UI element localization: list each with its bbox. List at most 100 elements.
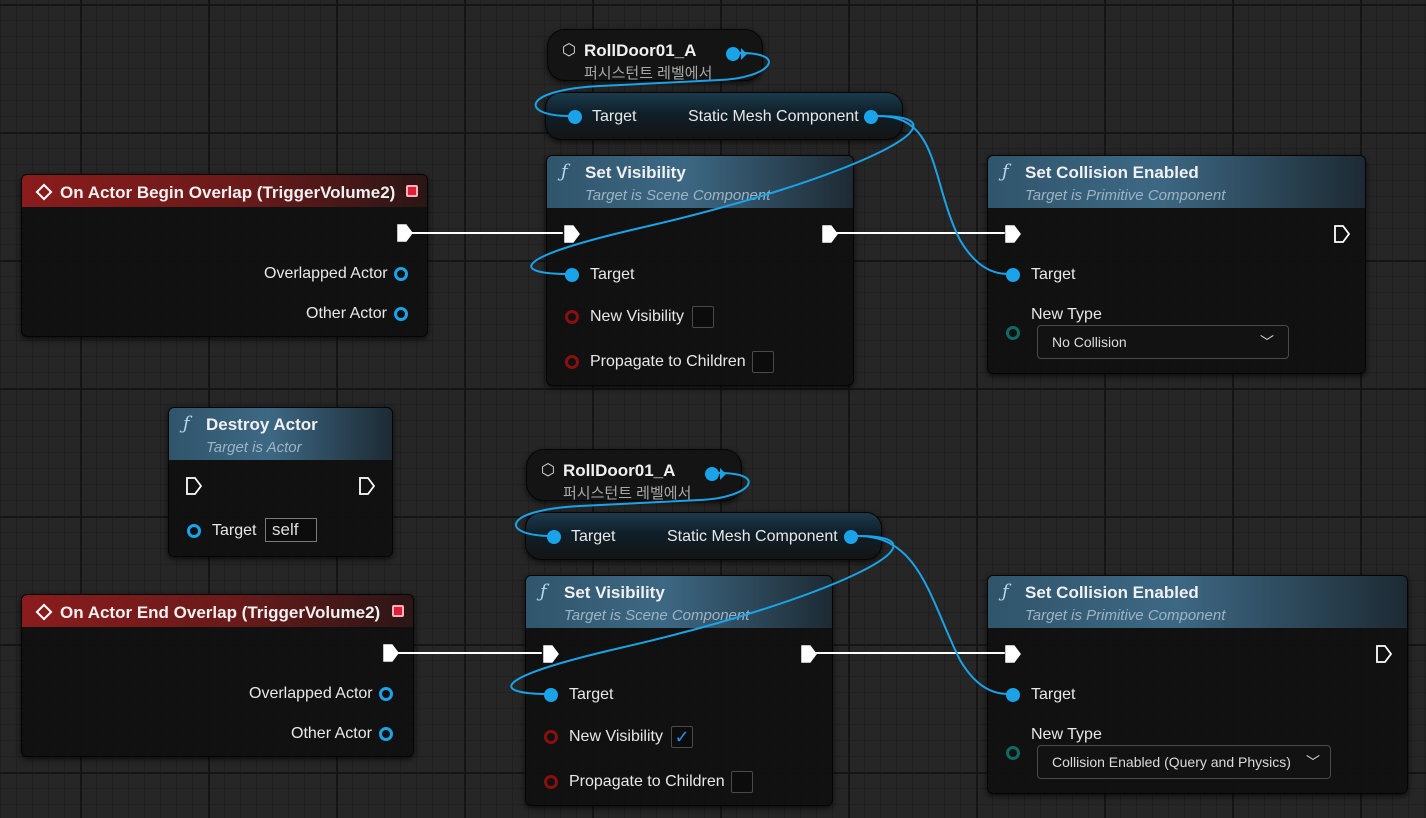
new-visibility-checkbox[interactable]: ✓ — [671, 726, 693, 748]
overlapped-actor-label: Overlapped Actor — [264, 265, 388, 282]
actor-reference-subtitle: 퍼시스턴트 레벨에서 — [584, 65, 713, 82]
new-type-value: No Collision — [1052, 334, 1127, 350]
target-input-pin[interactable] — [547, 530, 561, 544]
set-visibility-node[interactable]: ƒ Set Visibility Target is Scene Compone… — [546, 155, 854, 386]
chevron-down-icon: ﹀ — [1306, 754, 1320, 770]
event-title: On Actor Begin Overlap (TriggerVolume2) — [60, 183, 396, 202]
target-input-pin[interactable] — [1006, 688, 1020, 702]
function-title: Set Collision Enabled — [1025, 583, 1199, 602]
propagate-to-children-pin[interactable] — [544, 775, 558, 789]
overlapped-actor-label: Overlapped Actor — [249, 685, 373, 702]
propagate-to-children-label: Propagate to Children — [590, 353, 746, 370]
new-type-value: Collision Enabled (Query and Physics) — [1052, 754, 1291, 770]
new-visibility-label: New Visibility — [590, 308, 684, 325]
actor-reference-name: RollDoor01_A — [584, 41, 697, 60]
new-visibility-label: New Visibility — [569, 728, 663, 745]
new-type-label: New Type — [1031, 726, 1102, 743]
propagate-to-children-pin[interactable] — [565, 355, 579, 369]
event-title: On Actor End Overlap (TriggerVolume2) — [60, 603, 381, 622]
function-icon: ƒ — [1002, 161, 1009, 182]
propagate-to-children-checkbox[interactable] — [752, 351, 774, 373]
exec-input-pin[interactable] — [1004, 224, 1022, 244]
propagate-to-children-checkbox[interactable] — [731, 771, 753, 793]
destroy-actor-node[interactable]: ƒ Destroy Actor Target is Actor Target s… — [168, 407, 393, 557]
actor-reference-node[interactable]: ⬡ RollDoor01_A 퍼시스턴트 레벨에서 — [526, 449, 742, 502]
actor-output-pin[interactable] — [726, 47, 740, 61]
target-input-pin[interactable] — [187, 524, 201, 538]
function-icon: ƒ — [183, 413, 190, 434]
overlapped-actor-pin[interactable] — [379, 687, 393, 701]
actor-output-pin[interactable] — [705, 467, 719, 481]
actor-cube-icon: ⬡ — [541, 462, 555, 479]
exec-output-pin[interactable] — [821, 224, 839, 244]
exec-output-pin[interactable] — [1333, 224, 1351, 244]
target-input-pin[interactable] — [568, 110, 582, 124]
exec-output-pin[interactable] — [1375, 644, 1393, 664]
function-title: Set Visibility — [564, 583, 665, 602]
get-static-mesh-component-node[interactable]: Target Static Mesh Component — [545, 92, 903, 140]
target-self-field[interactable]: self — [265, 518, 317, 542]
component-output-pin[interactable] — [844, 530, 858, 544]
event-stop-icon — [406, 185, 418, 197]
static-mesh-component-label: Static Mesh Component — [688, 108, 859, 125]
other-actor-pin[interactable] — [379, 727, 393, 741]
actor-cube-icon: ⬡ — [562, 42, 576, 59]
new-visibility-pin[interactable] — [544, 730, 558, 744]
pin-arrow-icon — [720, 468, 726, 480]
actor-reference-node[interactable]: ⬡ RollDoor01_A 퍼시스턴트 레벨에서 — [547, 29, 763, 82]
target-label: Target — [571, 528, 616, 545]
exec-output-pin[interactable] — [396, 223, 414, 243]
set-collision-enabled-node[interactable]: ƒ Set Collision Enabled Target is Primit… — [987, 155, 1366, 374]
function-title: Set Collision Enabled — [1025, 163, 1199, 182]
new-visibility-checkbox[interactable] — [692, 306, 714, 328]
propagate-to-children-label: Propagate to Children — [569, 773, 725, 790]
actor-reference-name: RollDoor01_A — [563, 461, 676, 480]
exec-input-pin[interactable] — [1004, 644, 1022, 664]
function-subtitle: Target is Primitive Component — [1025, 607, 1226, 624]
function-title: Set Visibility — [585, 163, 686, 182]
set-collision-enabled-node[interactable]: ƒ Set Collision Enabled Target is Primit… — [987, 575, 1408, 794]
target-input-pin[interactable] — [544, 688, 558, 702]
new-type-pin[interactable] — [1006, 326, 1020, 340]
static-mesh-component-label: Static Mesh Component — [667, 528, 838, 545]
new-type-pin[interactable] — [1006, 746, 1020, 760]
target-label: Target — [1031, 686, 1076, 703]
new-visibility-pin[interactable] — [565, 310, 579, 324]
function-icon: ƒ — [561, 161, 568, 182]
actor-reference-subtitle: 퍼시스턴트 레벨에서 — [563, 485, 692, 502]
other-actor-label: Other Actor — [306, 305, 387, 322]
target-label: Target — [592, 108, 637, 125]
exec-input-pin[interactable] — [542, 644, 560, 664]
exec-input-pin[interactable] — [185, 476, 203, 496]
target-input-pin[interactable] — [565, 268, 579, 282]
set-visibility-node[interactable]: ƒ Set Visibility Target is Scene Compone… — [525, 575, 833, 806]
function-icon: ƒ — [1002, 581, 1009, 602]
exec-output-pin[interactable] — [800, 644, 818, 664]
event-end-overlap-node[interactable]: On Actor End Overlap (TriggerVolume2) Ov… — [21, 594, 414, 757]
function-subtitle: Target is Scene Component — [585, 187, 771, 204]
new-type-dropdown[interactable]: No Collision ﹀ — [1037, 325, 1289, 359]
function-subtitle: Target is Primitive Component — [1025, 187, 1226, 204]
chevron-down-icon: ﹀ — [1260, 334, 1274, 350]
get-static-mesh-component-node[interactable]: Target Static Mesh Component — [525, 512, 882, 560]
other-actor-label: Other Actor — [291, 725, 372, 742]
target-input-pin[interactable] — [1006, 268, 1020, 282]
new-type-dropdown[interactable]: Collision Enabled (Query and Physics) ﹀ — [1037, 745, 1331, 779]
exec-input-pin[interactable] — [563, 224, 581, 244]
exec-output-pin[interactable] — [358, 476, 376, 496]
target-label: Target — [569, 686, 614, 703]
other-actor-pin[interactable] — [394, 307, 408, 321]
target-label: Target — [212, 522, 257, 539]
event-begin-overlap-node[interactable]: On Actor Begin Overlap (TriggerVolume2) … — [21, 174, 428, 337]
event-stop-icon — [392, 605, 404, 617]
target-label: Target — [590, 266, 635, 283]
component-output-pin[interactable] — [864, 110, 878, 124]
new-type-label: New Type — [1031, 306, 1102, 323]
overlapped-actor-pin[interactable] — [394, 267, 408, 281]
function-title: Destroy Actor — [206, 415, 318, 434]
function-subtitle: Target is Scene Component — [564, 607, 750, 624]
exec-output-pin[interactable] — [382, 643, 400, 663]
pin-arrow-icon — [741, 48, 747, 60]
target-label: Target — [1031, 266, 1076, 283]
function-icon: ƒ — [540, 581, 547, 602]
